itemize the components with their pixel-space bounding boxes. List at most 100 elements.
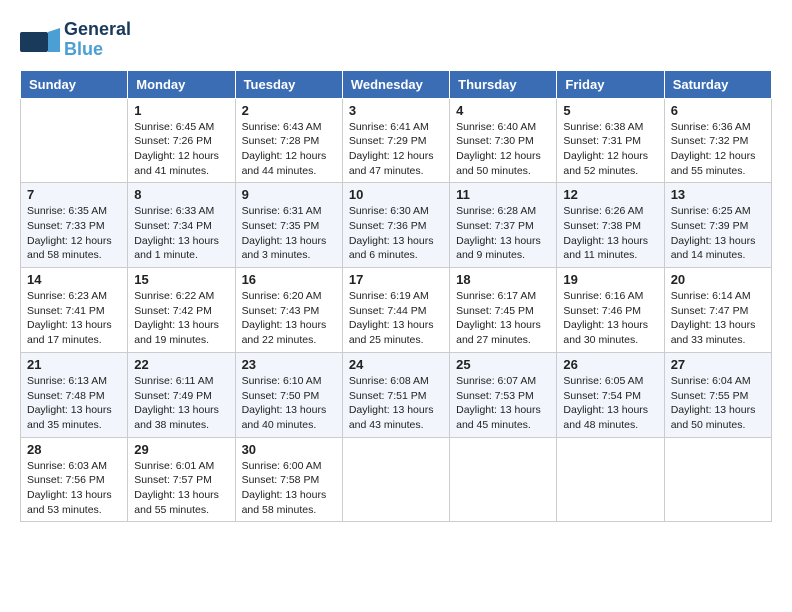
day-info: Sunrise: 6:38 AMSunset: 7:31 PMDaylight:… — [563, 120, 657, 179]
day-info: Sunrise: 6:20 AMSunset: 7:43 PMDaylight:… — [242, 289, 336, 348]
day-info: Sunrise: 6:13 AMSunset: 7:48 PMDaylight:… — [27, 374, 121, 433]
column-header-saturday: Saturday — [664, 70, 771, 98]
column-header-wednesday: Wednesday — [342, 70, 449, 98]
day-number: 22 — [134, 357, 228, 372]
day-number: 27 — [671, 357, 765, 372]
day-info: Sunrise: 6:00 AMSunset: 7:58 PMDaylight:… — [242, 459, 336, 518]
calendar-cell: 25 Sunrise: 6:07 AMSunset: 7:53 PMDayligh… — [450, 352, 557, 437]
calendar-cell: 27Sunrise: 6:04 AMSunset: 7:55 PMDayligh… — [664, 352, 771, 437]
logo: General Blue — [20, 20, 131, 60]
calendar-cell: 2 Sunrise: 6:43 AMSunset: 7:28 PMDaylight… — [235, 98, 342, 183]
day-number: 5 — [563, 103, 657, 118]
day-number: 1 — [134, 103, 228, 118]
calendar-cell: 7 Sunrise: 6:35 AMSunset: 7:33 PMDaylight… — [21, 183, 128, 268]
day-info: Sunrise: 6:26 AMSunset: 7:38 PMDaylight:… — [563, 204, 657, 263]
calendar-week-row: 1Sunrise: 6:45 AMSunset: 7:26 PMDaylight… — [21, 98, 772, 183]
calendar-week-row: 7 Sunrise: 6:35 AMSunset: 7:33 PMDaylight… — [21, 183, 772, 268]
calendar-cell: 4 Sunrise: 6:40 AMSunset: 7:30 PMDaylight… — [450, 98, 557, 183]
calendar-header-row: SundayMondayTuesdayWednesdayThursdayFrid… — [21, 70, 772, 98]
day-info: Sunrise: 6:36 AMSunset: 7:32 PMDaylight:… — [671, 120, 765, 179]
day-number: 30 — [242, 442, 336, 457]
day-number: 29 — [134, 442, 228, 457]
day-info: Sunrise: 6:31 AMSunset: 7:35 PMDaylight:… — [242, 204, 336, 263]
day-number: 10 — [349, 187, 443, 202]
calendar-cell: 5 Sunrise: 6:38 AMSunset: 7:31 PMDaylight… — [557, 98, 664, 183]
column-header-sunday: Sunday — [21, 70, 128, 98]
day-number: 6 — [671, 103, 765, 118]
calendar-cell — [21, 98, 128, 183]
day-number: 16 — [242, 272, 336, 287]
calendar-cell: 26 Sunrise: 6:05 AMSunset: 7:54 PMDayligh… — [557, 352, 664, 437]
calendar-table: SundayMondayTuesdayWednesdayThursdayFrid… — [20, 70, 772, 523]
calendar-cell: 29 Sunrise: 6:01 AMSunset: 7:57 PMDayligh… — [128, 437, 235, 522]
calendar-cell: 21 Sunrise: 6:13 AMSunset: 7:48 PMDayligh… — [21, 352, 128, 437]
day-number: 14 — [27, 272, 121, 287]
day-number: 12 — [563, 187, 657, 202]
day-info: Sunrise: 6:23 AMSunset: 7:41 PMDaylight:… — [27, 289, 121, 348]
calendar-cell — [664, 437, 771, 522]
day-info: Sunrise: 6:08 AMSunset: 7:51 PMDaylight:… — [349, 374, 443, 433]
calendar-week-row: 28 Sunrise: 6:03 AMSunset: 7:56 PMDayligh… — [21, 437, 772, 522]
calendar-cell: 6 Sunrise: 6:36 AMSunset: 7:32 PMDaylight… — [664, 98, 771, 183]
calendar-cell: 12 Sunrise: 6:26 AMSunset: 7:38 PMDayligh… — [557, 183, 664, 268]
day-info: Sunrise: 6:43 AMSunset: 7:28 PMDaylight:… — [242, 120, 336, 179]
day-number: 17 — [349, 272, 443, 287]
day-info: Sunrise: 6:35 AMSunset: 7:33 PMDaylight:… — [27, 204, 121, 263]
day-number: 8 — [134, 187, 228, 202]
column-header-friday: Friday — [557, 70, 664, 98]
column-header-thursday: Thursday — [450, 70, 557, 98]
day-info: Sunrise: 6:25 AMSunset: 7:39 PMDaylight:… — [671, 204, 765, 263]
day-info: Sunrise: 6:10 AMSunset: 7:50 PMDaylight:… — [242, 374, 336, 433]
day-info: Sunrise: 6:17 AMSunset: 7:45 PMDaylight:… — [456, 289, 550, 348]
day-number: 24 — [349, 357, 443, 372]
day-info: Sunrise: 6:41 AMSunset: 7:29 PMDaylight:… — [349, 120, 443, 179]
calendar-cell: 17 Sunrise: 6:19 AMSunset: 7:44 PMDayligh… — [342, 268, 449, 353]
day-number: 2 — [242, 103, 336, 118]
calendar-cell: 1Sunrise: 6:45 AMSunset: 7:26 PMDaylight… — [128, 98, 235, 183]
day-number: 3 — [349, 103, 443, 118]
calendar-cell — [450, 437, 557, 522]
day-number: 15 — [134, 272, 228, 287]
day-number: 11 — [456, 187, 550, 202]
column-header-monday: Monday — [128, 70, 235, 98]
day-number: 18 — [456, 272, 550, 287]
day-number: 26 — [563, 357, 657, 372]
day-number: 25 — [456, 357, 550, 372]
day-number: 20 — [671, 272, 765, 287]
calendar-cell: 23Sunrise: 6:10 AMSunset: 7:50 PMDayligh… — [235, 352, 342, 437]
calendar-cell: 8 Sunrise: 6:33 AMSunset: 7:34 PMDaylight… — [128, 183, 235, 268]
calendar-cell: 11 Sunrise: 6:28 AMSunset: 7:37 PMDayligh… — [450, 183, 557, 268]
day-info: Sunrise: 6:05 AMSunset: 7:54 PMDaylight:… — [563, 374, 657, 433]
calendar-cell — [342, 437, 449, 522]
calendar-cell: 18 Sunrise: 6:17 AMSunset: 7:45 PMDayligh… — [450, 268, 557, 353]
header: General Blue — [20, 20, 772, 60]
day-info: Sunrise: 6:22 AMSunset: 7:42 PMDaylight:… — [134, 289, 228, 348]
day-info: Sunrise: 6:03 AMSunset: 7:56 PMDaylight:… — [27, 459, 121, 518]
day-info: Sunrise: 6:16 AMSunset: 7:46 PMDaylight:… — [563, 289, 657, 348]
calendar-cell: 19Sunrise: 6:16 AMSunset: 7:46 PMDayligh… — [557, 268, 664, 353]
day-info: Sunrise: 6:01 AMSunset: 7:57 PMDaylight:… — [134, 459, 228, 518]
day-number: 13 — [671, 187, 765, 202]
calendar-cell — [557, 437, 664, 522]
day-info: Sunrise: 6:40 AMSunset: 7:30 PMDaylight:… — [456, 120, 550, 179]
calendar-cell: 20Sunrise: 6:14 AMSunset: 7:47 PMDayligh… — [664, 268, 771, 353]
calendar-week-row: 21 Sunrise: 6:13 AMSunset: 7:48 PMDayligh… — [21, 352, 772, 437]
day-info: Sunrise: 6:28 AMSunset: 7:37 PMDaylight:… — [456, 204, 550, 263]
calendar-cell: 30 Sunrise: 6:00 AMSunset: 7:58 PMDayligh… — [235, 437, 342, 522]
calendar-cell: 9 Sunrise: 6:31 AMSunset: 7:35 PMDaylight… — [235, 183, 342, 268]
calendar-cell: 24 Sunrise: 6:08 AMSunset: 7:51 PMDayligh… — [342, 352, 449, 437]
day-number: 7 — [27, 187, 121, 202]
calendar-cell: 3 Sunrise: 6:41 AMSunset: 7:29 PMDaylight… — [342, 98, 449, 183]
day-info: Sunrise: 6:07 AMSunset: 7:53 PMDaylight:… — [456, 374, 550, 433]
day-number: 28 — [27, 442, 121, 457]
day-number: 21 — [27, 357, 121, 372]
day-number: 9 — [242, 187, 336, 202]
calendar-cell: 28 Sunrise: 6:03 AMSunset: 7:56 PMDayligh… — [21, 437, 128, 522]
day-info: Sunrise: 6:11 AMSunset: 7:49 PMDaylight:… — [134, 374, 228, 433]
calendar-cell: 15 Sunrise: 6:22 AMSunset: 7:42 PMDayligh… — [128, 268, 235, 353]
day-info: Sunrise: 6:33 AMSunset: 7:34 PMDaylight:… — [134, 204, 228, 263]
calendar-week-row: 14 Sunrise: 6:23 AMSunset: 7:41 PMDayligh… — [21, 268, 772, 353]
day-number: 4 — [456, 103, 550, 118]
day-info: Sunrise: 6:19 AMSunset: 7:44 PMDaylight:… — [349, 289, 443, 348]
calendar-cell: 14 Sunrise: 6:23 AMSunset: 7:41 PMDayligh… — [21, 268, 128, 353]
